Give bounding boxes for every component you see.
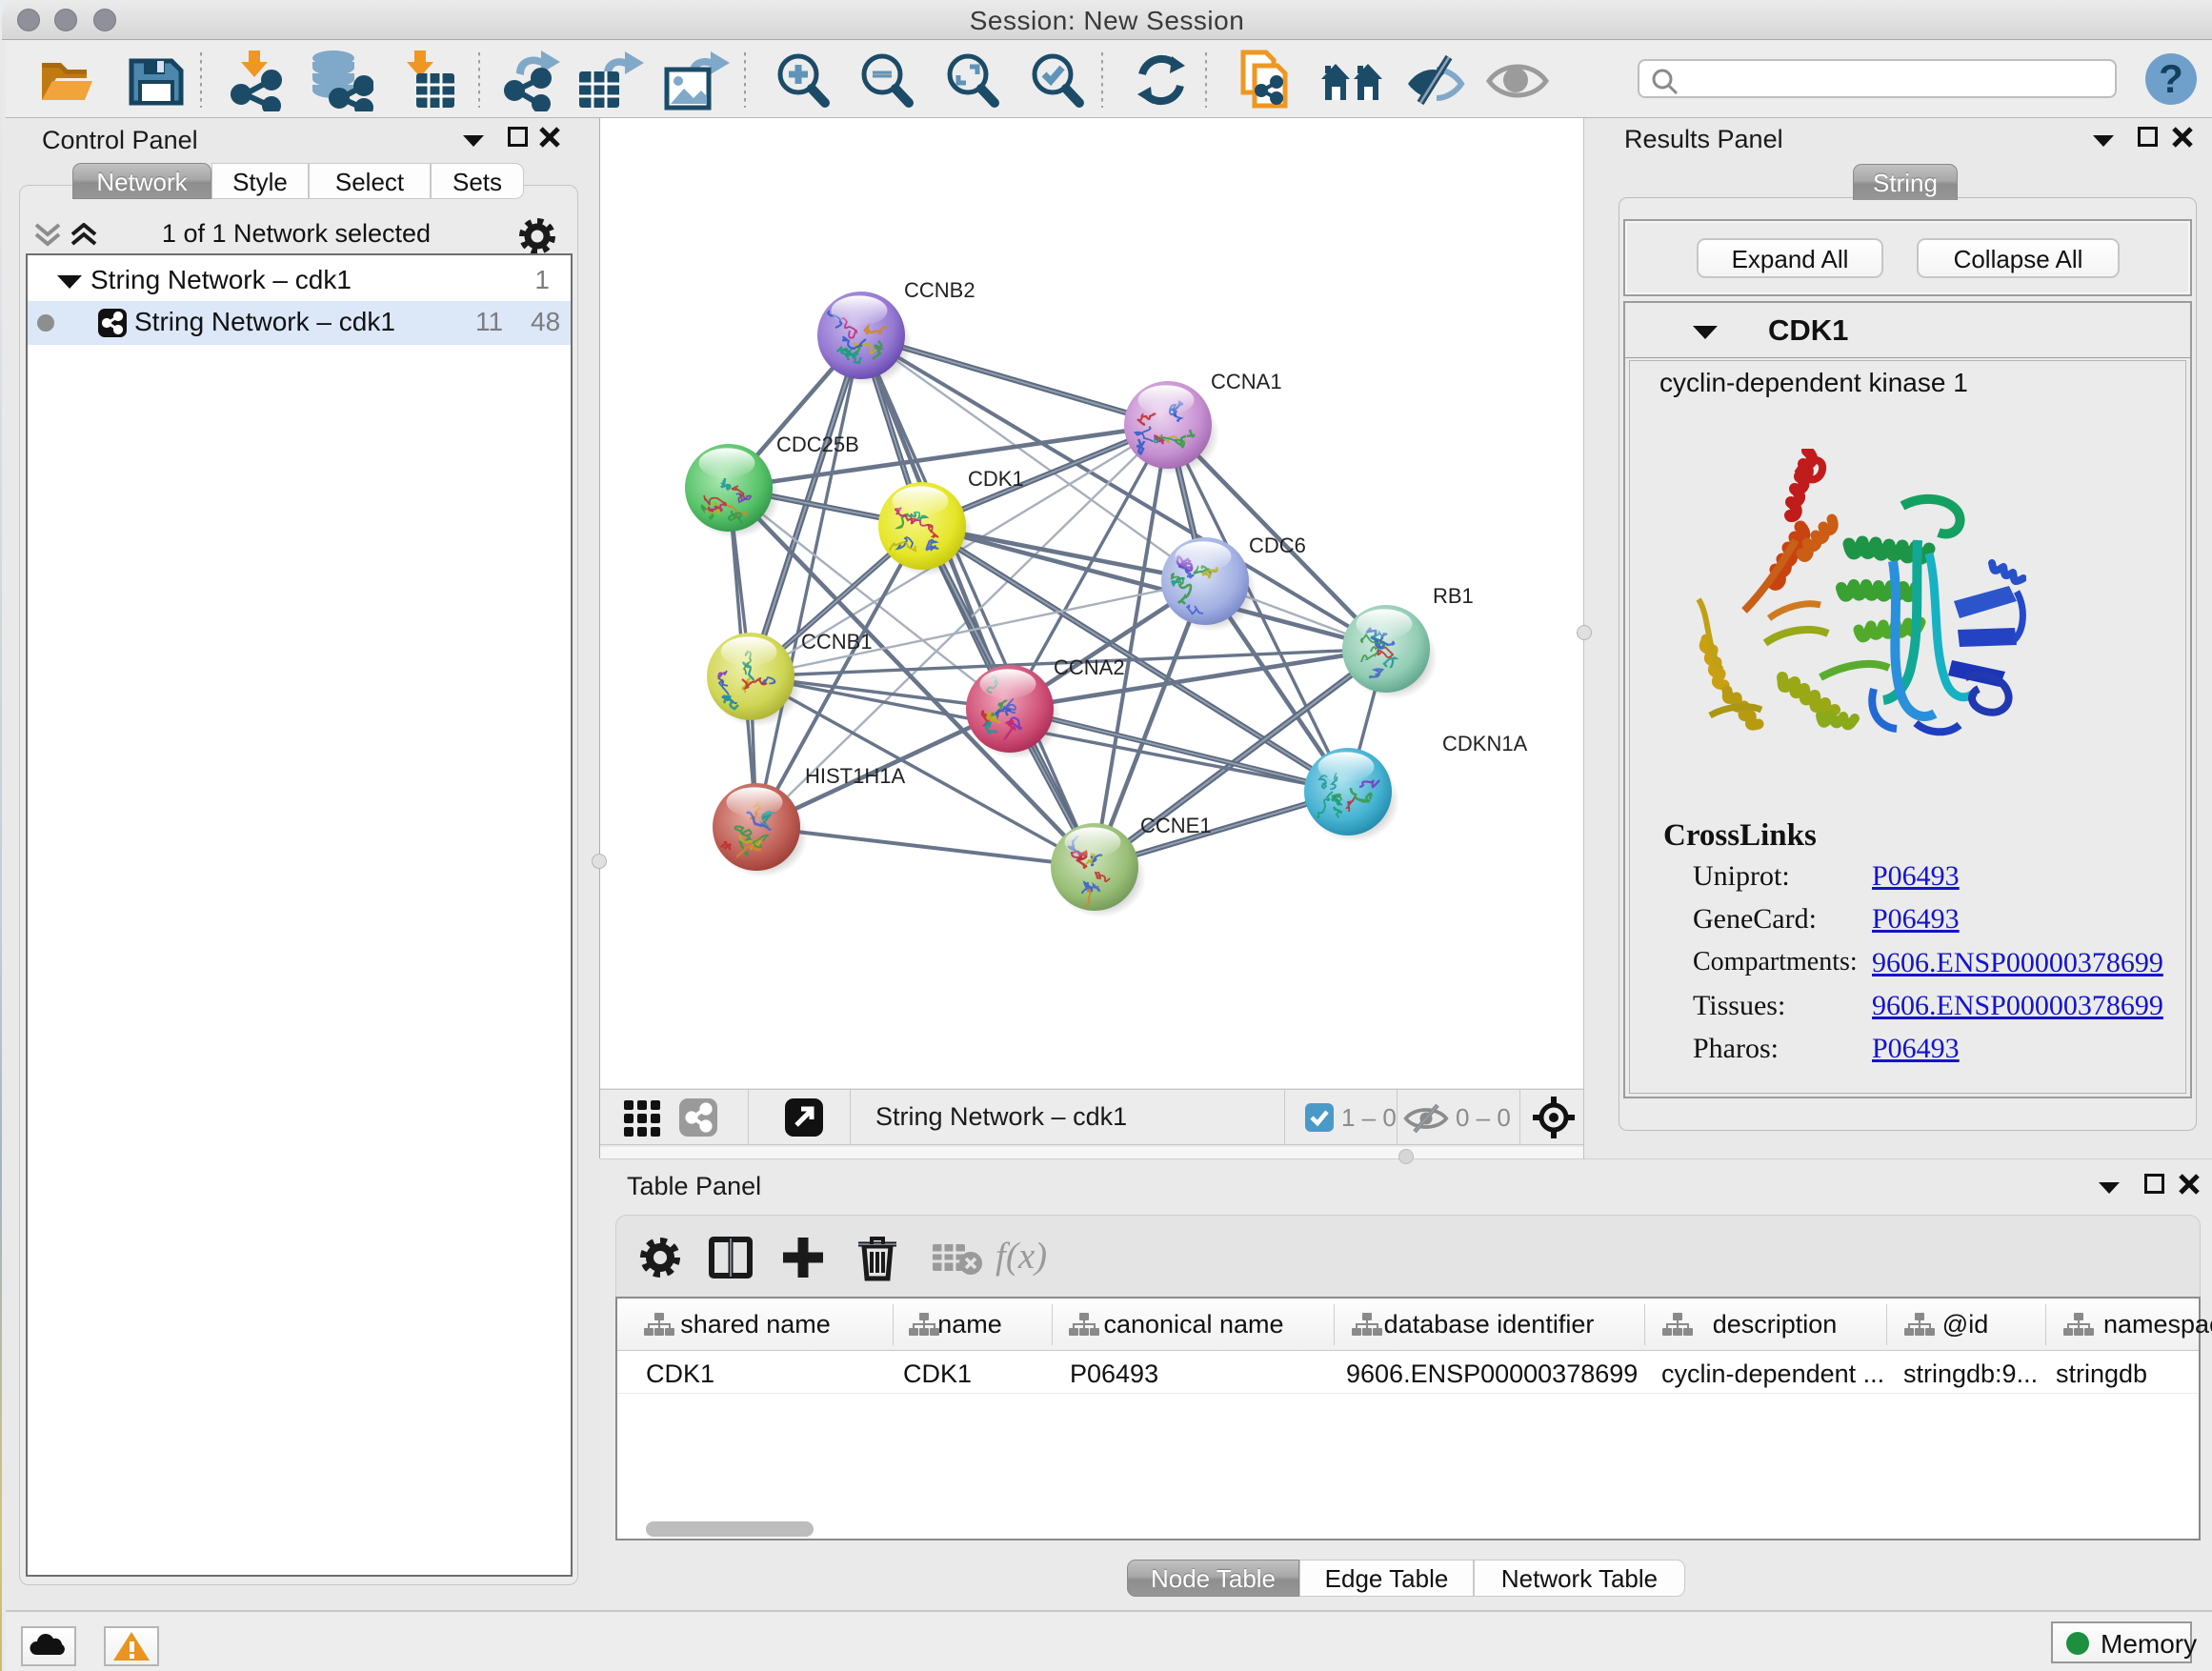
svg-text:?: ? bbox=[2159, 56, 2183, 101]
